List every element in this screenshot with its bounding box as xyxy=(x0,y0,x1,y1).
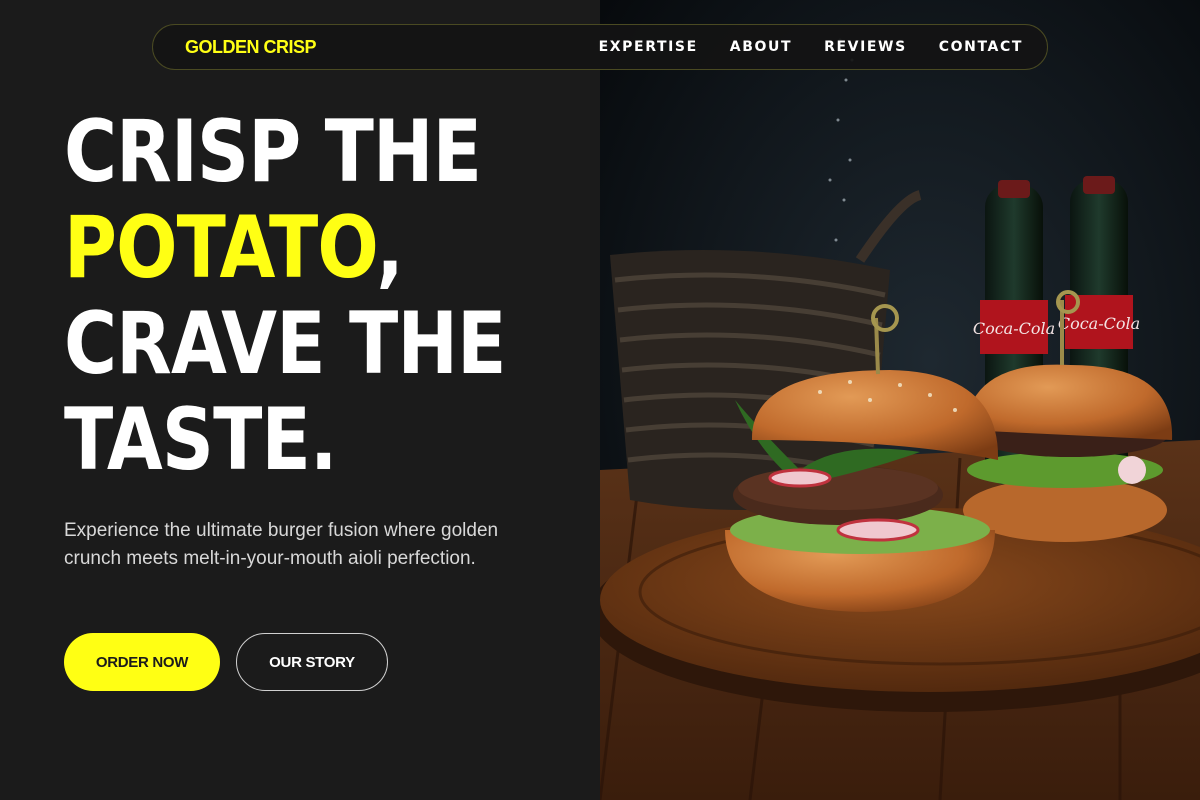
nav-link-contact[interactable]: CONTACT xyxy=(939,39,1023,55)
nav-link-expertise[interactable]: EXPERTISE xyxy=(599,39,698,55)
headline-line-1: CRISP THE xyxy=(64,102,482,202)
nav-link-about[interactable]: ABOUT xyxy=(730,39,792,55)
headline-comma: , xyxy=(376,198,403,298)
headline-line-4: TASTE. xyxy=(64,390,337,490)
headline-accent-word: POTATO xyxy=(64,198,377,298)
our-story-button[interactable]: OUR STORY xyxy=(236,633,388,691)
headline-line-3: CRAVE THE xyxy=(64,294,506,394)
svg-text:Coca-Cola: Coca-Cola xyxy=(973,319,1055,338)
nav-links: EXPERTISE ABOUT REVIEWS CONTACT xyxy=(599,39,1023,55)
nav-link-reviews[interactable]: REVIEWS xyxy=(824,39,907,55)
hero-subtext: Experience the ultimate burger fusion wh… xyxy=(64,520,499,569)
svg-text:Coca-Cola: Coca-Cola xyxy=(1058,314,1140,333)
order-now-button[interactable]: ORDER NOW xyxy=(64,633,220,691)
cta-buttons: ORDER NOW OUR STORY xyxy=(64,633,388,691)
hero-headline: CRISP THE POTATO, CRAVE THE TASTE. xyxy=(64,102,506,490)
headline-line-2: POTATO, xyxy=(64,200,501,296)
hero-burger-image: Coca-Cola Coca-Cola xyxy=(600,0,1200,800)
brand-logo[interactable]: GOLDEN CRISP xyxy=(185,37,317,58)
top-navbar: GOLDEN CRISP EXPERTISE ABOUT REVIEWS CON… xyxy=(152,24,1048,70)
